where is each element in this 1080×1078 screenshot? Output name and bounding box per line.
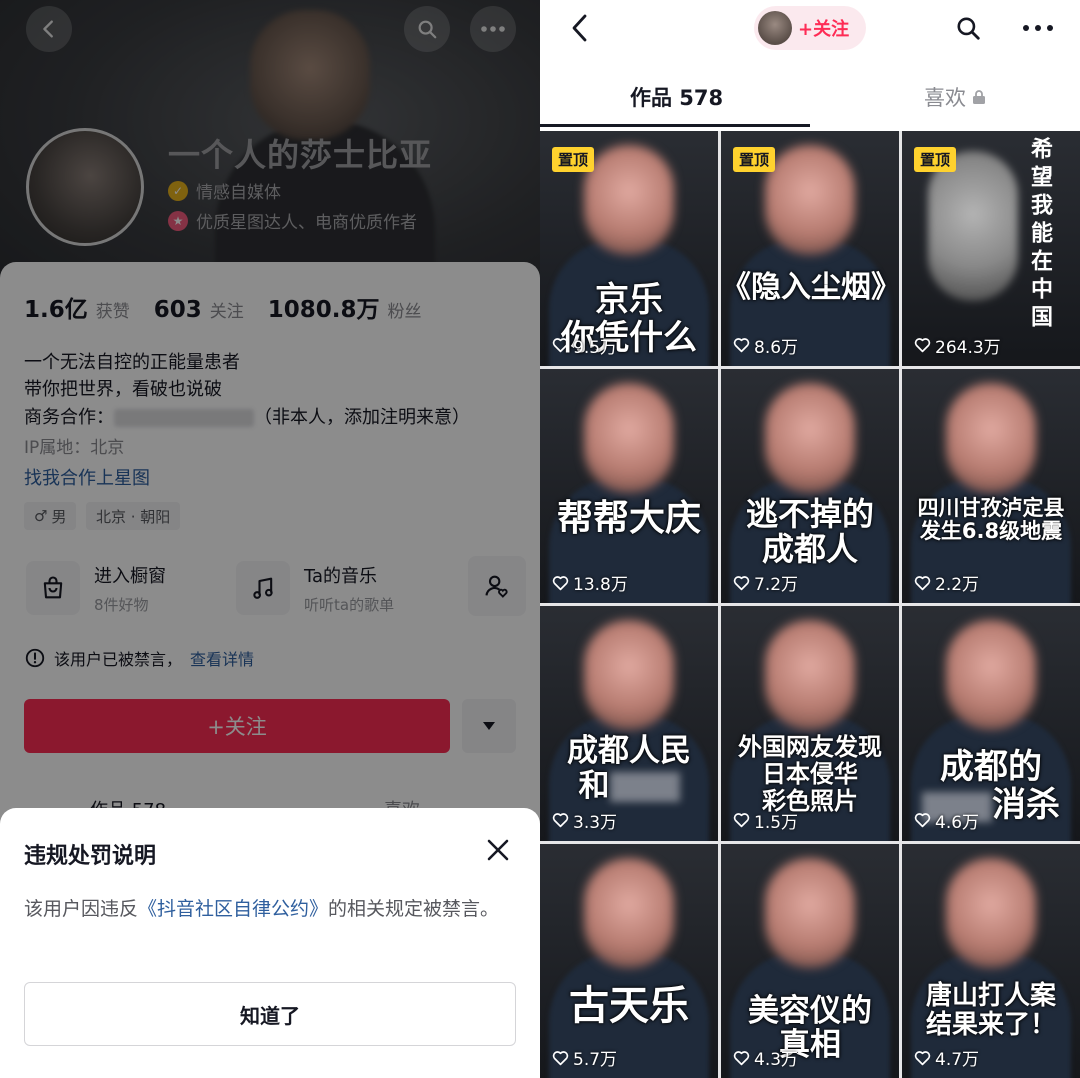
thumbnail-person-face <box>765 145 855 255</box>
like-count-value: 1.5万 <box>754 812 799 833</box>
video-thumbnail[interactable]: 京乐 你凭什么 置顶 9.5万 <box>540 131 718 366</box>
thumbnail-person-face <box>946 382 1036 493</box>
video-thumbnail[interactable]: 希望我能在中国 置顶 264.3万 <box>902 131 1080 366</box>
like-count-value: 7.2万 <box>754 575 799 595</box>
video-like-count: 4.3万 <box>733 1045 798 1070</box>
thumbnail-person-face <box>765 382 855 493</box>
profile-screen: 一个人的莎士比亚 ✓ 情感自媒体 ★ 优质星图达人、电商优质作者 1.6亿 获赞… <box>0 0 540 1078</box>
heart-icon <box>552 338 569 353</box>
like-count-value: 4.6万 <box>935 812 980 833</box>
acknowledge-button[interactable]: 知道了 <box>24 982 516 1046</box>
thumbnail-person-face <box>765 620 855 730</box>
heart-icon <box>552 575 569 590</box>
video-caption: 希望我能在中国 <box>1027 137 1052 333</box>
heart-icon <box>733 338 750 353</box>
video-caption: 《隐入尘烟》 <box>721 270 899 305</box>
header-follow-pill[interactable]: +关注 <box>754 6 866 50</box>
video-like-count: 13.8万 <box>552 570 628 595</box>
thumbnail-person-face <box>584 620 674 730</box>
thumbnail-person-face <box>946 620 1036 730</box>
more-options-button[interactable] <box>1018 10 1058 46</box>
tab-likes[interactable]: 喜欢 <box>924 82 986 112</box>
video-like-count: 2.2万 <box>914 570 979 595</box>
pinned-badge: 置顶 <box>914 147 957 172</box>
video-like-count: 3.3万 <box>552 808 617 833</box>
video-grid: 京乐 你凭什么 置顶 9.5万 《隐入尘烟》 置顶 8.6万 希望我能在中国 置顶 264.3万帮… <box>540 131 1080 1078</box>
pinned-badge: 置顶 <box>552 147 595 172</box>
thumbnail-person-face <box>584 857 674 968</box>
like-count-value: 2.2万 <box>935 575 980 595</box>
like-count-value: 4.7万 <box>935 1050 980 1070</box>
like-count-value: 9.5万 <box>573 337 618 358</box>
like-count-value: 5.7万 <box>573 1050 618 1070</box>
video-caption: 唐山打人案 结果来了！ <box>925 980 1056 1040</box>
more-dots-icon <box>1023 25 1053 31</box>
heart-icon <box>914 575 931 590</box>
video-thumbnail[interactable]: 逃不掉的 成都人 7.2万 <box>721 368 899 603</box>
pinned-badge: 置顶 <box>733 147 776 172</box>
video-caption: 古天乐 <box>569 982 689 1029</box>
thumbnail-person-face <box>584 145 674 255</box>
video-thumbnail[interactable]: 《隐入尘烟》 置顶 8.6万 <box>721 131 899 366</box>
community-convention-link[interactable]: 《抖音社区自律公约》 <box>138 898 328 920</box>
video-like-count: 8.6万 <box>733 333 798 358</box>
video-caption: 逃不掉的 成都人 <box>745 494 874 569</box>
like-count-value: 8.6万 <box>754 337 799 358</box>
heart-icon <box>914 1050 931 1065</box>
close-button[interactable] <box>482 834 514 866</box>
video-thumbnail[interactable]: 帮帮大庆 13.8万 <box>540 368 718 603</box>
thumbnail-person-face <box>584 382 674 493</box>
video-caption: 成都人民和 <box>567 733 691 804</box>
video-thumbnail[interactable]: 成都的 消杀 4.6万 <box>902 606 1080 841</box>
video-like-count: 5.7万 <box>552 1045 617 1070</box>
lock-icon <box>973 90 985 104</box>
penalty-sheet-body: 该用户因违反《抖音社区自律公约》的相关规定被禁言。 <box>24 894 514 924</box>
like-count-value: 3.3万 <box>573 812 618 833</box>
heart-icon <box>733 1050 750 1065</box>
video-thumbnail[interactable]: 唐山打人案 结果来了！ 4.7万 <box>902 843 1080 1078</box>
heart-icon <box>733 813 750 828</box>
video-thumbnail[interactable]: 四川甘孜泸定县 发生6.8级地震 2.2万 <box>902 368 1080 603</box>
video-thumbnail[interactable]: 美容仪的 真相 4.3万 <box>721 843 899 1078</box>
video-caption: 四川甘孜泸定县 发生6.8级地震 <box>917 495 1065 544</box>
video-thumbnail[interactable]: 古天乐 5.7万 <box>540 843 718 1078</box>
mini-avatar <box>758 11 792 45</box>
video-caption: 帮帮大庆 <box>556 497 701 539</box>
header-follow-label: +关注 <box>798 19 850 40</box>
penalty-sheet-title: 违规处罚说明 <box>24 844 157 869</box>
thumbnail-person-face <box>765 857 855 968</box>
like-count-value: 13.8万 <box>573 575 628 595</box>
tab-works[interactable]: 作品 578 <box>630 82 723 112</box>
video-like-count: 1.5万 <box>733 808 798 833</box>
redacted-caption-part <box>609 772 680 803</box>
video-thumbnail[interactable]: 外国网友发现 日本侵华 彩色照片 1.5万 <box>721 606 899 841</box>
video-like-count: 9.5万 <box>552 333 617 358</box>
heart-icon <box>733 575 750 590</box>
search-icon <box>957 17 980 40</box>
heart-icon <box>914 813 931 828</box>
thumbnail-person-face <box>946 857 1036 968</box>
heart-icon <box>552 1050 569 1065</box>
back-button[interactable] <box>560 8 600 48</box>
like-count-value: 4.3万 <box>754 1050 799 1070</box>
thumbnail-person-face <box>928 151 1019 301</box>
video-thumbnail[interactable]: 成都人民和 3.3万 <box>540 606 718 841</box>
close-icon <box>487 839 509 861</box>
video-caption: 外国网友发现 日本侵华 彩色照片 <box>738 733 882 815</box>
heart-icon <box>914 338 931 353</box>
heart-icon <box>552 813 569 828</box>
penalty-text-suffix: 的相关规定被禁言。 <box>328 898 500 920</box>
penalty-text-prefix: 该用户因违反 <box>24 898 139 920</box>
video-like-count: 7.2万 <box>733 570 798 595</box>
tab-likes-label: 喜欢 <box>924 86 966 110</box>
active-tab-indicator <box>540 124 810 127</box>
video-like-count: 4.6万 <box>914 808 979 833</box>
works-screen: +关注 作品 578 喜欢 京乐 你凭什么 置顶 9.5万 《隐入尘烟》 置顶 8.6万 希望… <box>540 0 1080 1078</box>
chevron-left-icon <box>572 14 587 42</box>
video-like-count: 4.7万 <box>914 1045 979 1070</box>
like-count-value: 264.3万 <box>935 337 1001 358</box>
search-button[interactable] <box>950 10 986 46</box>
video-like-count: 264.3万 <box>914 333 1001 358</box>
